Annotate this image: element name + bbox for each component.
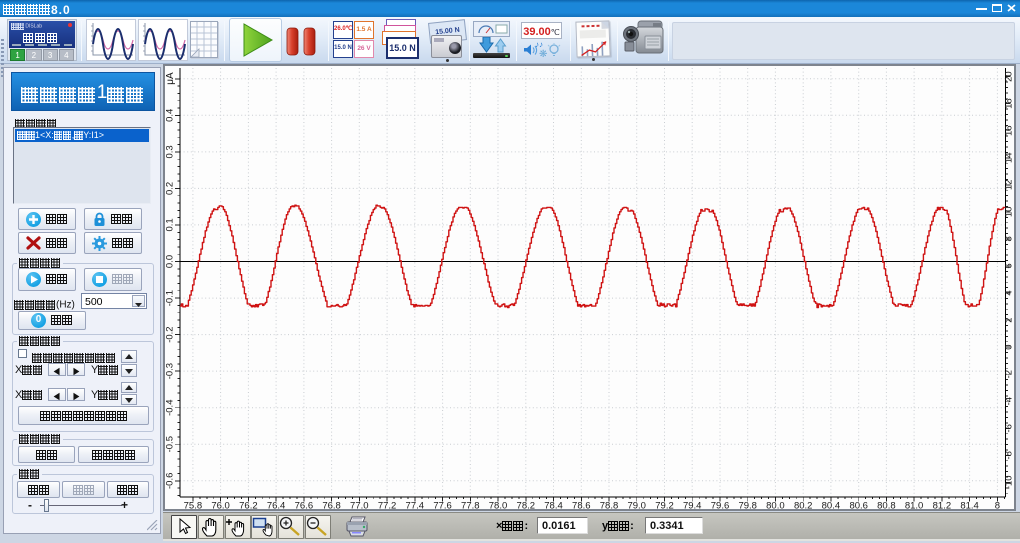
svg-text:77.6: 77.6 <box>433 501 452 510</box>
svg-text:76.8: 76.8 <box>322 501 341 510</box>
svg-text:76.6: 76.6 <box>295 501 314 510</box>
svg-text:81.4: 81.4 <box>960 501 979 510</box>
svg-text:4: 4 <box>1004 290 1015 295</box>
svg-text:78.0: 78.0 <box>489 501 508 510</box>
svg-text:80.2: 80.2 <box>794 501 813 510</box>
svg-text:16: 16 <box>1004 125 1015 136</box>
svg-text:-0.1: -0.1 <box>165 290 176 306</box>
svg-text:-0.6: -0.6 <box>165 473 176 489</box>
svg-text:-8: -8 <box>1004 451 1015 459</box>
svg-text:79.4: 79.4 <box>683 501 702 510</box>
svg-text:77.0: 77.0 <box>350 501 369 510</box>
svg-text:79.2: 79.2 <box>655 501 674 510</box>
svg-text:8: 8 <box>1004 236 1015 241</box>
svg-text:6: 6 <box>1004 263 1015 268</box>
svg-text:-0.5: -0.5 <box>165 436 176 452</box>
svg-text:0: 0 <box>1004 344 1015 349</box>
svg-text:0.3: 0.3 <box>165 145 176 158</box>
svg-text:-0.2: -0.2 <box>165 326 176 342</box>
svg-text:20: 20 <box>1004 71 1015 82</box>
svg-text:-2: -2 <box>1004 370 1015 378</box>
svg-text:0.4: 0.4 <box>165 109 176 122</box>
svg-text:78.8: 78.8 <box>600 501 619 510</box>
svg-text:80.4: 80.4 <box>822 501 841 510</box>
svg-text:-0.3: -0.3 <box>165 363 176 379</box>
svg-text:μA: μA <box>165 72 176 85</box>
svg-text:❋: ❋ <box>539 49 547 59</box>
svg-text:77.8: 77.8 <box>461 501 480 510</box>
svg-text:78.4: 78.4 <box>544 501 563 510</box>
svg-text:79.6: 79.6 <box>711 501 730 510</box>
svg-text:81.0: 81.0 <box>905 501 924 510</box>
svg-text:75.8: 75.8 <box>184 501 203 510</box>
svg-text:78.6: 78.6 <box>572 501 591 510</box>
svg-text:79.0: 79.0 <box>627 501 646 510</box>
svg-text:0.0: 0.0 <box>165 255 176 268</box>
svg-text:2: 2 <box>1004 317 1015 322</box>
svg-text:10: 10 <box>1004 207 1015 218</box>
svg-text:14: 14 <box>1004 153 1015 164</box>
svg-text:80.0: 80.0 <box>766 501 785 510</box>
svg-text:-0.4: -0.4 <box>165 400 176 416</box>
svg-text:12: 12 <box>1004 180 1015 191</box>
svg-text:8: 8 <box>995 501 1000 510</box>
svg-text:0.1: 0.1 <box>165 218 176 231</box>
svg-text:-10: -10 <box>1004 476 1015 490</box>
svg-text:81.2: 81.2 <box>933 501 952 510</box>
svg-text:-6: -6 <box>1004 424 1015 432</box>
svg-text:76.0: 76.0 <box>211 501 230 510</box>
svg-text:18: 18 <box>1004 98 1015 109</box>
svg-text:79.8: 79.8 <box>738 501 757 510</box>
svg-text:76.4: 76.4 <box>267 501 286 510</box>
svg-text:77.2: 77.2 <box>378 501 397 510</box>
svg-text:-4: -4 <box>1004 397 1015 405</box>
svg-text:80.6: 80.6 <box>849 501 868 510</box>
svg-text:0.2: 0.2 <box>165 182 176 195</box>
svg-text:77.4: 77.4 <box>406 501 425 510</box>
svg-text:78.2: 78.2 <box>517 501 536 510</box>
svg-text:80.8: 80.8 <box>877 501 896 510</box>
svg-text:76.2: 76.2 <box>239 501 258 510</box>
